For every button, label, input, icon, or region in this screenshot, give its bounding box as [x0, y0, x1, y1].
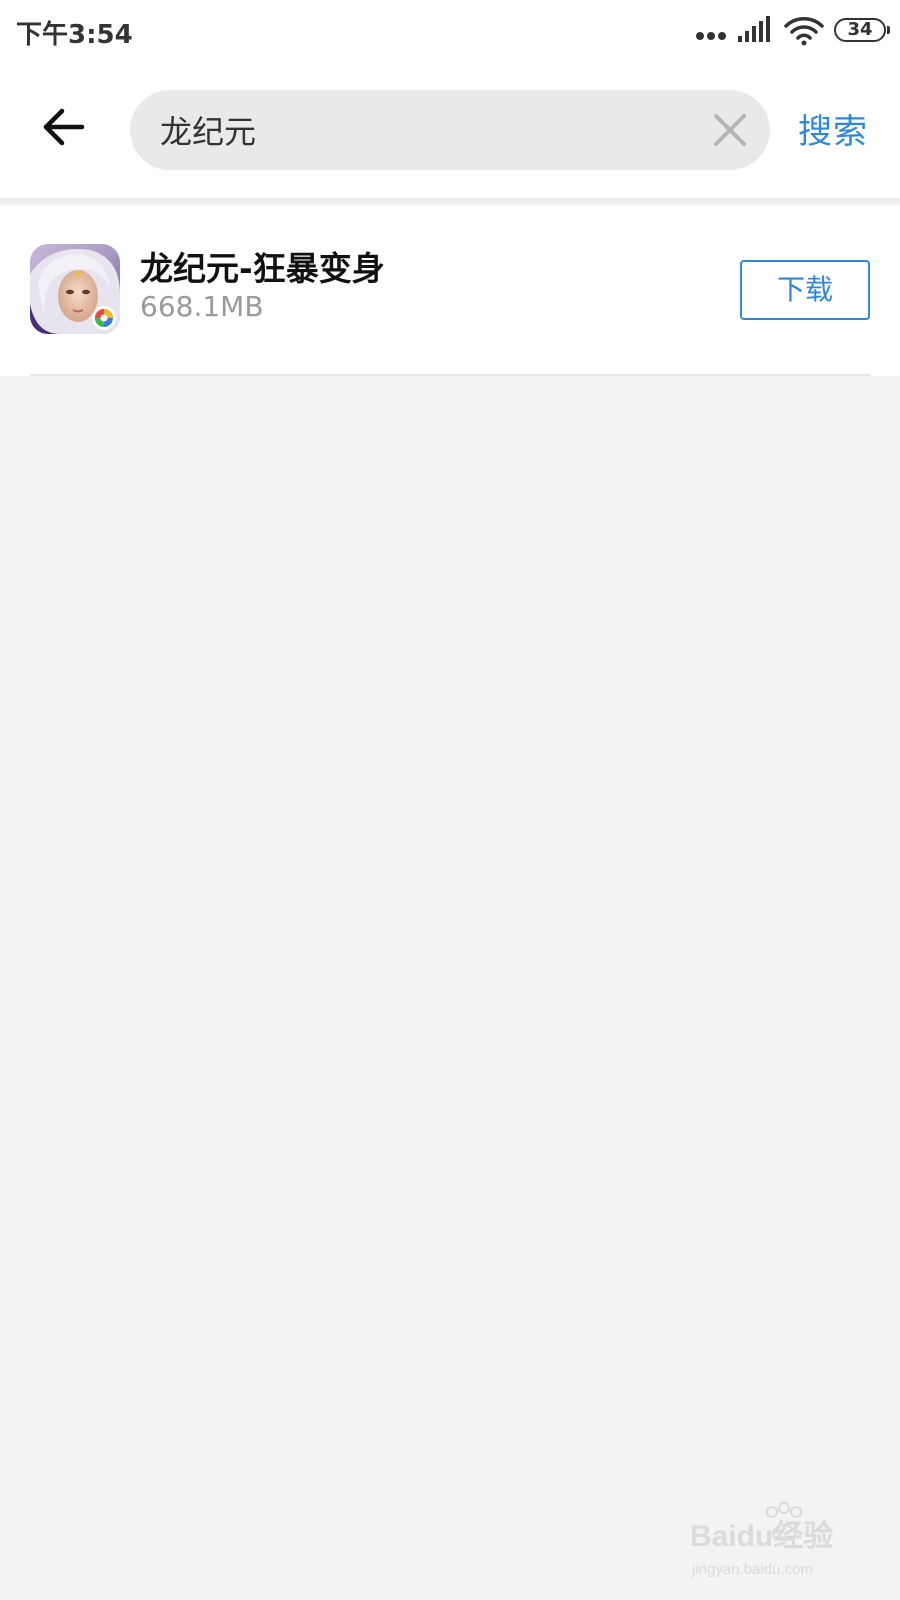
search-button[interactable]: 搜索: [798, 104, 868, 153]
header-divider: [0, 198, 900, 206]
app-screen: 下午3:54 34 龙纪元 搜索 龙纪元-狂暴变身 668.1MB 下载 Bai…: [0, 0, 900, 1600]
battery-icon: 34: [834, 18, 890, 42]
search-header: 搜索: [0, 62, 900, 198]
wifi-icon: [784, 17, 824, 46]
search-input[interactable]: [160, 108, 680, 152]
app-icon: [30, 244, 120, 334]
clear-icon[interactable]: [712, 112, 748, 148]
status-time: 下午3:54: [16, 20, 133, 50]
app-size: 668.1MB: [140, 290, 264, 323]
more-dots-icon: [696, 32, 726, 40]
baidu-jingyan-watermark: Baidu经验 jingyan.baidu.com: [690, 1502, 833, 1578]
app-title: 龙纪元-狂暴变身: [140, 249, 385, 288]
download-button[interactable]: 下载: [740, 260, 870, 320]
svg-text:jingyan.baidu.com: jingyan.baidu.com: [691, 1561, 813, 1578]
list-item[interactable]: 龙纪元-狂暴变身 668.1MB 下载: [0, 206, 900, 376]
result-list: 龙纪元-狂暴变身 668.1MB 下载: [0, 206, 900, 376]
svg-text:Baidu经验: Baidu经验: [690, 1519, 833, 1553]
status-bar: 下午3:54 34: [0, 0, 900, 62]
signal-icon: [738, 16, 770, 42]
search-box[interactable]: [130, 90, 770, 170]
row-divider: [30, 374, 870, 376]
back-arrow-icon[interactable]: [36, 102, 96, 152]
